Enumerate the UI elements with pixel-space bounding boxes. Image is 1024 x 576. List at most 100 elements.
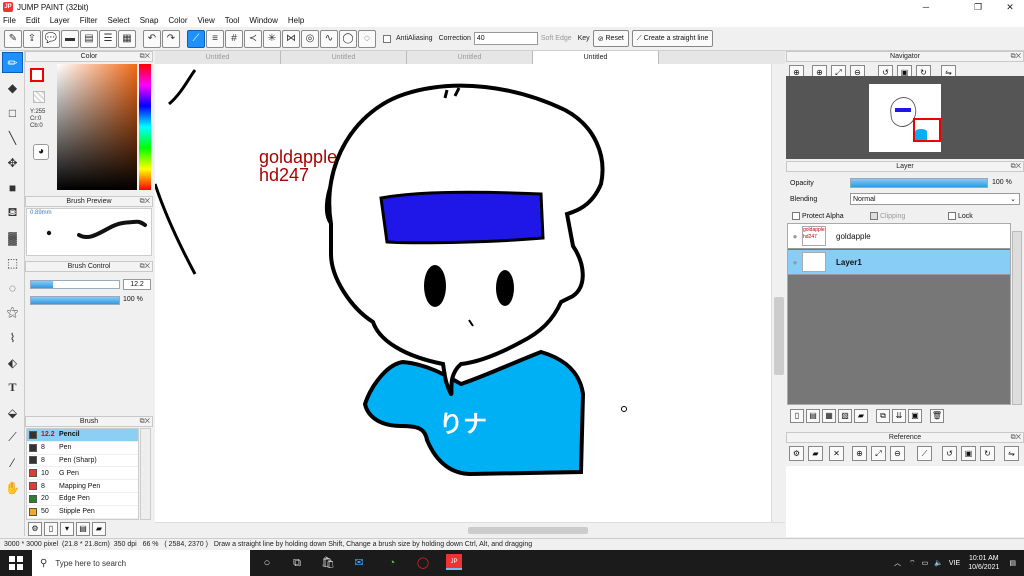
new-tone-layer-icon[interactable]: ▧ (838, 409, 852, 423)
canvas-horizontal-scrollbar[interactable] (155, 522, 785, 537)
copy-brush-icon[interactable]: ▤ (76, 522, 90, 536)
menu-color[interactable]: Color (168, 16, 187, 25)
vertical-scroll-thumb[interactable] (774, 297, 784, 375)
tab-untitled-1[interactable]: Untitled (155, 51, 281, 64)
panel-buttons-icon[interactable]: ⧉✕ (140, 197, 150, 207)
tab-untitled-2[interactable]: Untitled (281, 51, 407, 64)
ref-rotate-left-icon[interactable]: ↺ (942, 446, 957, 461)
new-canvas-icon[interactable]: ✎ (4, 29, 22, 48)
tab-untitled-3[interactable]: Untitled (407, 51, 533, 64)
ref-actual-size-icon[interactable]: ▣ (961, 446, 976, 461)
menu-edit[interactable]: Edit (26, 16, 40, 25)
speech-bubble-icon[interactable]: 💬 (42, 29, 60, 48)
gradient-tool-icon[interactable]: ▓ (2, 227, 23, 248)
new-brush-icon[interactable]: ▯ (44, 522, 58, 536)
clipping-option[interactable]: Clipping (870, 212, 905, 220)
brush-list-item[interactable]: 12.2 Pencil (27, 429, 138, 442)
tray-chevron-icon[interactable]: ︿ (894, 558, 901, 568)
menu-snap[interactable]: Snap (140, 16, 159, 25)
reset-button[interactable]: ⊘ Reset (592, 30, 629, 47)
layer-list-scrollbar[interactable] (1012, 231, 1022, 405)
dropper-tool-icon[interactable]: ⁄ (2, 452, 23, 473)
battery-icon[interactable]: ▭ (922, 559, 929, 567)
magic-wand-tool-icon[interactable]: ⚝ (2, 302, 23, 323)
brush-tool-icon[interactable]: ✏ (2, 52, 23, 73)
brush-folder-icon[interactable]: ▰ (92, 522, 106, 536)
tab-untitled-4[interactable]: Untitled (533, 51, 659, 64)
ref-zoom-out-icon[interactable]: ⊖ (890, 446, 905, 461)
saturation-value-picker[interactable] (57, 64, 137, 190)
redo-icon[interactable]: ↷ (162, 29, 180, 48)
delete-layer-icon[interactable]: 🗑 (930, 409, 944, 423)
ref-zoom-in-icon[interactable]: ⊕ (852, 446, 867, 461)
browser-icon[interactable]: ◔ (383, 554, 401, 572)
brush-list-item[interactable]: 8 Mapping Pen (27, 480, 138, 493)
menu-select[interactable]: Select (107, 16, 129, 25)
brush-list-item[interactable]: 50 Stipple Pen (27, 506, 138, 519)
brush-list-item[interactable]: 8 Pen (27, 442, 138, 455)
blending-select[interactable]: Normal ⌄ (850, 193, 1020, 205)
ref-close-icon[interactable]: ✕ (829, 446, 844, 461)
lasso-tool-icon[interactable]: ◌ (2, 277, 23, 298)
snap-settings-icon[interactable]: ◌ (358, 29, 376, 48)
ref-fit-icon[interactable]: ⤢ (871, 446, 886, 461)
hand-tool-icon[interactable]: ✋ (2, 477, 23, 498)
lock-checkbox[interactable] (948, 212, 956, 220)
grid-doc-icon[interactable]: ▦ (118, 29, 136, 48)
menu-help[interactable]: Help (288, 16, 304, 25)
panel-buttons-icon[interactable]: ⧉✕ (1011, 52, 1021, 62)
eyedropper-tool-icon[interactable]: ⟋ (2, 427, 23, 448)
jump-paint-task-icon[interactable]: JP (446, 554, 462, 570)
protect-alpha-checkbox[interactable] (792, 212, 800, 220)
brush-size-slider[interactable] (30, 280, 120, 289)
task-view-icon[interactable]: ⧉ (288, 554, 306, 572)
panel-buttons-icon[interactable]: ⧉✕ (140, 417, 150, 427)
new-layer-icon[interactable]: ▯ (790, 409, 804, 423)
antialiasing-checkbox[interactable] (383, 34, 391, 43)
brush-list-item[interactable]: 20 Edge Pen (27, 493, 138, 506)
document-icon[interactable]: ▤ (80, 29, 98, 48)
navigator-view[interactable] (786, 76, 1024, 159)
select-bucket-tool-icon[interactable]: ⬙ (2, 402, 23, 423)
ref-open-icon[interactable]: ▰ (808, 446, 823, 461)
select-pen-tool-icon[interactable]: ⌇ (2, 327, 23, 348)
notification-icon[interactable]: ▤ (1009, 559, 1016, 567)
hue-slider[interactable] (139, 64, 151, 190)
layer-opacity-slider[interactable] (850, 178, 988, 188)
layer-visibility-icon[interactable]: ● (788, 232, 802, 241)
menu-view[interactable]: View (198, 16, 215, 25)
drawing-canvas[interactable]: goldapple hd247 りナ (155, 64, 771, 522)
eraser-tool-icon[interactable]: ◆ (2, 77, 23, 98)
snap-focus-icon[interactable]: ⋈ (282, 29, 300, 48)
layer-row[interactable]: ● Layer1 (788, 250, 1010, 275)
language-indicator[interactable]: VIE (949, 560, 960, 567)
menu-window[interactable]: Window (249, 16, 277, 25)
bucket-tool-icon[interactable]: ⛾ (2, 202, 23, 223)
panel-buttons-icon[interactable]: ⧉✕ (1011, 433, 1021, 443)
snap-circle-icon[interactable]: ◯ (339, 29, 357, 48)
line-tool-icon[interactable]: ╲ (2, 127, 23, 148)
menu-filter[interactable]: Filter (80, 16, 98, 25)
fill-rect-tool-icon[interactable]: ■ (2, 177, 23, 198)
snap-curve-icon[interactable]: ∿ (320, 29, 338, 48)
straight-line-button[interactable]: ⟋ Create a straight line (631, 30, 714, 47)
cortana-icon[interactable]: ○ (258, 554, 276, 572)
move-tool-icon[interactable]: ✥ (2, 152, 23, 173)
ref-settings-icon[interactable]: ⚙ (789, 446, 804, 461)
layer-visibility-icon[interactable]: ● (788, 258, 802, 267)
new-folder-icon[interactable]: ▰ (854, 409, 868, 423)
foreground-swatch[interactable] (30, 68, 44, 82)
snap-off-icon[interactable]: ⟋ (187, 29, 205, 48)
layer-settings-icon[interactable]: ▣ (908, 409, 922, 423)
reference-view[interactable] (786, 466, 1024, 537)
chat-icon[interactable]: ▬ (61, 29, 79, 48)
snap-radial-icon[interactable]: ✳ (263, 29, 281, 48)
select-eraser-tool-icon[interactable]: ⬖ (2, 352, 23, 373)
open-file-icon[interactable]: ⇪ (23, 29, 41, 48)
brush-settings-icon[interactable]: ⚙ (28, 522, 42, 536)
store-icon[interactable]: 🛍 (319, 554, 337, 572)
mail-icon[interactable]: ✉ (350, 554, 368, 572)
menu-file[interactable]: File (3, 16, 16, 25)
panel-buttons-icon[interactable]: ⧉✕ (1011, 162, 1021, 172)
minimize-button[interactable]: ─ (912, 0, 940, 14)
